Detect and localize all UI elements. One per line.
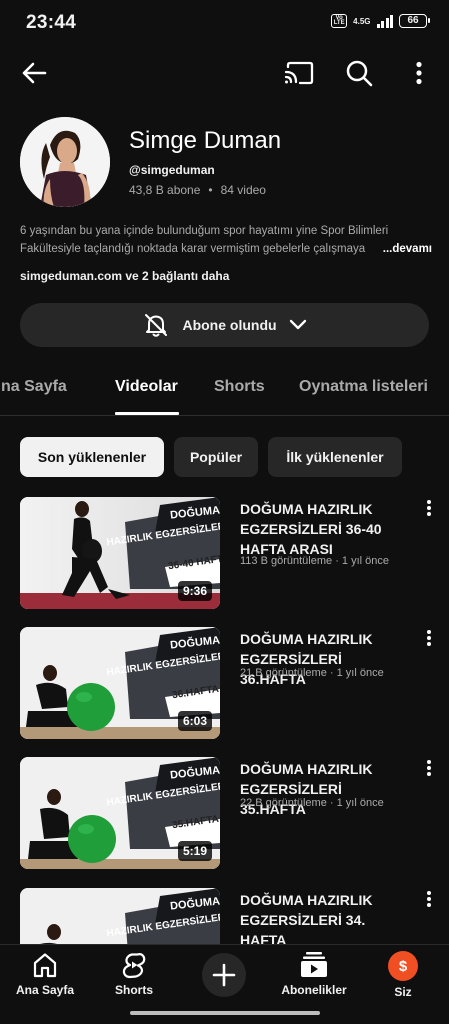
nav-subscriptions[interactable]: Abonelikler (274, 951, 354, 997)
video-title[interactable]: DOĞUMA HAZIRLIK EGZERSİZLERİ 36.HAFTA (240, 629, 410, 689)
cast-icon (284, 61, 314, 85)
top-app-bar (0, 48, 449, 98)
video-thumbnail[interactable]: DOĞUMA HAZIRLIK EGZERSİZLERİ 35.HAFTA 5:… (20, 757, 220, 869)
status-bar: 23:44 Vo LTE 4.5G 66 (0, 0, 449, 48)
video-more-button[interactable] (420, 890, 438, 910)
video-count: 84 video (220, 183, 266, 197)
nav-home[interactable]: Ana Sayfa (5, 951, 85, 997)
chip-popular[interactable]: Popüler (174, 437, 258, 477)
subscribed-button[interactable]: Abone olundu (20, 303, 429, 347)
channel-tabs: na Sayfa Videolar Shorts Oynatma listele… (0, 366, 449, 416)
back-arrow-icon (22, 62, 47, 84)
channel-links[interactable]: simgeduman.com ve 2 bağlantı daha (20, 269, 229, 283)
more-vert-icon (427, 630, 431, 646)
channel-name: Simge Duman (129, 127, 282, 154)
nav-subscriptions-label: Abonelikler (281, 983, 347, 997)
video-item[interactable]: DOĞUMA HAZIRLIK EGZERSİZLERİ 35.HAFTA 5:… (20, 757, 440, 869)
nav-shorts[interactable]: Shorts (94, 951, 174, 997)
bottom-navigation: Ana Sayfa Shorts Abonelikler $ Siz (0, 944, 449, 1024)
channel-stats: 43,8 B abone • 84 video (129, 183, 266, 197)
status-icons: Vo LTE 4.5G 66 (331, 14, 430, 28)
subscriptions-icon (301, 952, 327, 977)
you-avatar: $ (388, 951, 418, 981)
nav-you-label: Siz (394, 985, 412, 999)
tab-videos[interactable]: Videolar (115, 378, 178, 396)
more-options-button[interactable] (403, 58, 435, 88)
tab-shorts[interactable]: Shorts (214, 378, 265, 396)
description-more-link[interactable]: ...devamı (383, 240, 432, 258)
cast-button[interactable] (283, 58, 315, 88)
chevron-down-icon (289, 319, 306, 330)
back-button[interactable] (18, 58, 50, 88)
home-icon (33, 953, 57, 978)
video-more-button[interactable] (420, 499, 438, 519)
search-button[interactable] (343, 58, 375, 88)
create-button[interactable] (202, 953, 246, 997)
subscribed-label: Abone olundu (182, 317, 277, 333)
more-vert-icon (427, 760, 431, 776)
channel-avatar[interactable] (20, 117, 110, 207)
nav-shorts-label: Shorts (114, 983, 153, 997)
video-duration: 5:19 (177, 841, 212, 861)
more-vert-icon (427, 891, 431, 907)
chip-oldest[interactable]: İlk yüklenenler (268, 437, 402, 477)
channel-handle: @simgeduman (129, 163, 215, 177)
active-tab-indicator (115, 412, 179, 415)
nav-you[interactable]: $ Siz (363, 951, 443, 999)
video-title[interactable]: DOĞUMA HAZIRLIK EGZERSİZLERİ 34. HAFTA (240, 890, 410, 950)
description-line-1: 6 yaşından bu yana içinde bulunduğum spo… (20, 225, 389, 237)
video-more-button[interactable] (420, 629, 438, 649)
video-title[interactable]: DOĞUMA HAZIRLIK EGZERSİZLERİ 36-40 HAFTA… (240, 499, 410, 559)
video-more-button[interactable] (420, 759, 438, 779)
home-gesture-bar[interactable] (130, 1011, 320, 1015)
bell-off-icon (145, 314, 168, 337)
video-duration: 6:03 (177, 711, 212, 731)
more-vert-icon (416, 61, 422, 85)
volte-icon: Vo LTE (331, 14, 348, 28)
video-thumbnail[interactable]: DOĞUMA HAZIRLIK EGZERSİZLERİ 36-40 HAFTA… (20, 497, 220, 609)
create-icon (212, 963, 236, 987)
video-thumbnail[interactable]: DOĞUMA HAZIRLIK EGZERSİZLERİ 36.HAFTA 6:… (20, 627, 220, 739)
tab-home[interactable]: na Sayfa (1, 378, 67, 396)
status-time: 23:44 (26, 12, 77, 33)
nav-home-label: Ana Sayfa (15, 983, 75, 997)
video-meta: 21 B görüntüleme · 1 yıl önce (240, 667, 384, 679)
video-title[interactable]: DOĞUMA HAZIRLIK EGZERSİZLERİ 35.HAFTA (240, 759, 410, 819)
search-icon (346, 60, 373, 87)
channel-description[interactable]: 6 yaşından bu yana içinde bulunduğum spo… (20, 222, 432, 258)
video-item[interactable]: DOĞUMA HAZIRLIK EGZERSİZLERİ 36.HAFTA 6:… (20, 627, 440, 739)
video-item[interactable]: DOĞUMA HAZIRLIK EGZERSİZLERİ 36-40 HAFTA… (20, 497, 440, 609)
chip-latest[interactable]: Son yüklenenler (20, 437, 164, 477)
tab-playlists[interactable]: Oynatma listeleri (299, 378, 428, 396)
video-meta: 22 B görüntüleme · 1 yıl önce (240, 797, 384, 809)
battery-icon: 66 (399, 14, 430, 28)
shorts-icon (122, 953, 146, 979)
network-type: 4.5G (353, 16, 371, 26)
subscriber-count: 43,8 B abone (129, 183, 201, 197)
video-meta: 113 B görüntüleme · 1 yıl önce (240, 555, 389, 567)
signal-icon (376, 14, 393, 28)
video-duration: 9:36 (177, 581, 212, 601)
more-vert-icon (427, 500, 431, 516)
meta-separator: • (208, 183, 213, 197)
description-line-2: Fakültesiyle taçlandığı noktada karar ve… (20, 243, 366, 255)
